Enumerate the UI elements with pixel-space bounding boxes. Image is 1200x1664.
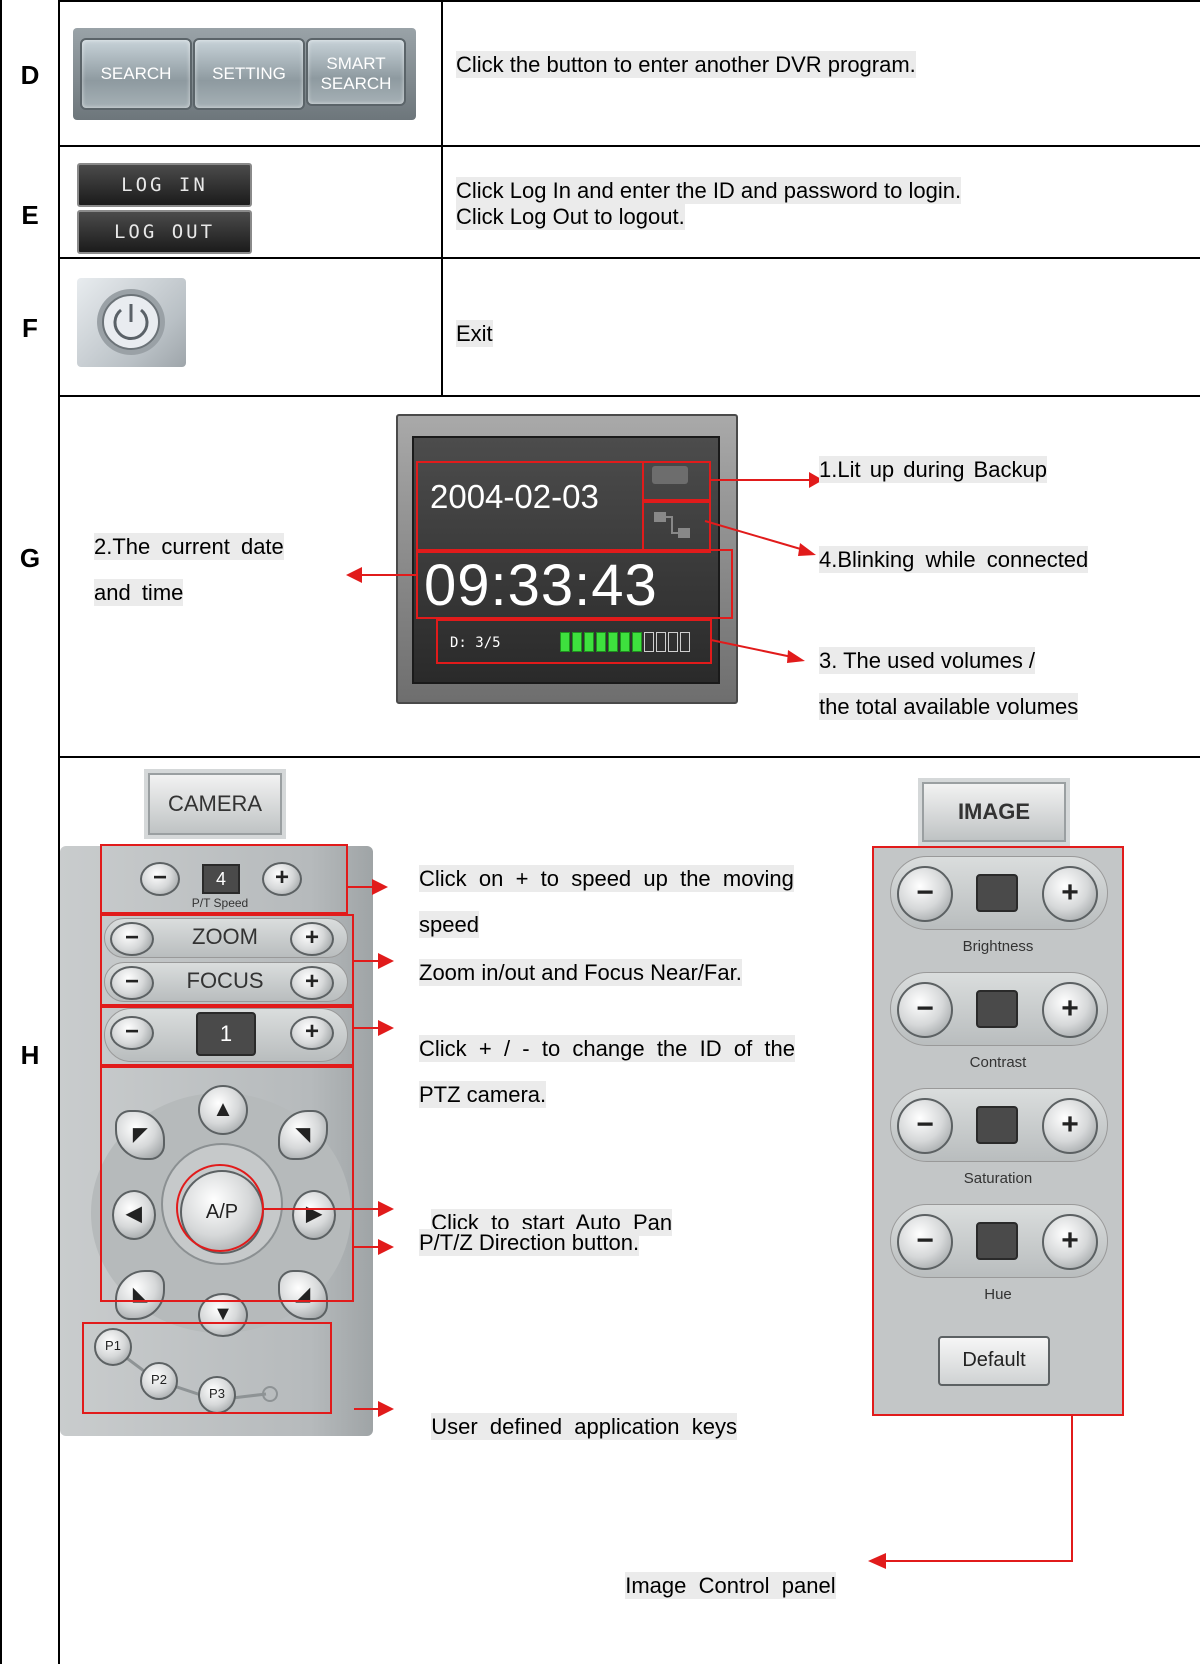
row-d-description: Click the button to enter another DVR pr… [456, 51, 916, 78]
saturation-value [976, 1106, 1018, 1144]
row-divider-ef [58, 257, 1200, 259]
direction-annotation: P/T/Z Direction button. [419, 1229, 640, 1256]
pt-speed-box [100, 844, 348, 914]
saturation-label: Saturation [963, 1170, 1033, 1187]
brightness-minus-button[interactable]: − [897, 866, 953, 922]
volumes-arrow [710, 639, 805, 663]
row-label-f: F [22, 313, 38, 343]
datetime-arrow-line [360, 574, 416, 576]
zoom-arrowhead [378, 953, 394, 969]
camera-id-box [100, 1006, 354, 1066]
volumes-annotation: 3. The used volumes / the total availabl… [819, 647, 1079, 720]
row-divider-gh [58, 756, 1200, 758]
camera-id-annotation: Click + / - to change the ID of the PTZ … [419, 1035, 796, 1108]
dvr-button-group: SEARCH SETTING SMART SEARCH [73, 28, 416, 120]
hue-label: Hue [984, 1286, 1012, 1303]
smart-search-button-label: SMART SEARCH [320, 54, 392, 93]
table-col-divider [441, 0, 443, 396]
autopan-arrow-line [264, 1208, 380, 1210]
row-label-g: G [19, 543, 41, 573]
speed-annotation: Click on + to speed up the moving speed [419, 865, 794, 938]
user-keys-annotation: User defined application keys [431, 1413, 737, 1440]
log-out-label: LOG OUT [113, 221, 216, 243]
row-divider-de [58, 145, 1200, 147]
contrast-label: Contrast [969, 1054, 1027, 1071]
date-highlight-box [416, 461, 644, 553]
smart-search-button[interactable]: SMART SEARCH [306, 38, 406, 106]
direction-arrowhead [378, 1239, 394, 1255]
image-tab[interactable]: IMAGE [922, 782, 1066, 842]
connected-arrow [704, 520, 816, 556]
row-e-description: Click Log In and enter the ID and passwo… [456, 177, 962, 230]
row-label-h: H [20, 1040, 40, 1070]
search-button-label: SEARCH [100, 64, 172, 83]
time-highlight-box [416, 549, 733, 619]
speed-arrow-line [348, 886, 374, 888]
row-f-description: Exit [456, 320, 493, 347]
log-in-button[interactable]: LOG IN [77, 163, 252, 207]
datetime-arrowhead [346, 567, 362, 583]
zoom-focus-annotation: Zoom in/out and Focus Near/Far. [419, 959, 742, 986]
id-arrow-line [354, 1027, 380, 1029]
brightness-value [976, 874, 1018, 912]
log-in-label: LOG IN [121, 174, 208, 196]
keys-arrow-line [354, 1408, 380, 1410]
brightness-label: Brightness [962, 938, 1034, 955]
row-label-e: E [21, 200, 39, 230]
hue-plus-button[interactable]: + [1042, 1214, 1098, 1270]
direction-arrow-line [354, 1246, 380, 1248]
backup-annotation: 1.Lit up during Backup [819, 456, 1047, 483]
image-panel-line-left [884, 1560, 1073, 1562]
contrast-value [976, 990, 1018, 1028]
image-panel-annotation: Image Control panel [625, 1572, 836, 1599]
row-divider-fg [58, 395, 1200, 397]
backup-arrow-line [711, 479, 811, 481]
keys-arrowhead [378, 1401, 394, 1417]
setting-button[interactable]: SETTING [193, 38, 305, 110]
camera-tab-label: CAMERA [167, 791, 263, 816]
saturation-plus-button[interactable]: + [1042, 1098, 1098, 1154]
volume-highlight-box [436, 619, 712, 664]
contrast-minus-button[interactable]: − [897, 982, 953, 1038]
default-button-label: Default [962, 1349, 1026, 1371]
hue-minus-button[interactable]: − [897, 1214, 953, 1270]
datetime-annotation: 2.The current date and time [94, 533, 284, 606]
hue-value [976, 1222, 1018, 1260]
zoom-arrow-line [354, 960, 380, 962]
zoom-focus-box [100, 914, 354, 1006]
default-button[interactable]: Default [938, 1336, 1050, 1386]
log-out-button[interactable]: LOG OUT [77, 210, 252, 254]
setting-button-label: SETTING [212, 64, 286, 83]
autopan-arrowhead [378, 1201, 394, 1217]
connected-annotation: 4.Blinking while connected [819, 546, 1089, 573]
saturation-minus-button[interactable]: − [897, 1098, 953, 1154]
power-icon [97, 289, 165, 355]
search-button[interactable]: SEARCH [80, 38, 192, 110]
left-stub-line [0, 0, 2, 1664]
image-tab-label: IMAGE [957, 799, 1031, 824]
preset-keys-box [82, 1322, 332, 1414]
row-label-d: D [20, 60, 40, 90]
id-arrowhead [378, 1020, 394, 1036]
speed-arrowhead [372, 879, 388, 895]
backup-indicator-box [642, 461, 711, 501]
image-panel-line-down [1071, 1416, 1073, 1562]
brightness-plus-button[interactable]: + [1042, 866, 1098, 922]
camera-tab[interactable]: CAMERA [148, 773, 282, 835]
exit-button[interactable] [77, 278, 186, 367]
contrast-plus-button[interactable]: + [1042, 982, 1098, 1038]
autopan-circle [176, 1164, 264, 1252]
table-border-top [58, 0, 1200, 2]
image-panel-arrowhead [868, 1553, 886, 1569]
